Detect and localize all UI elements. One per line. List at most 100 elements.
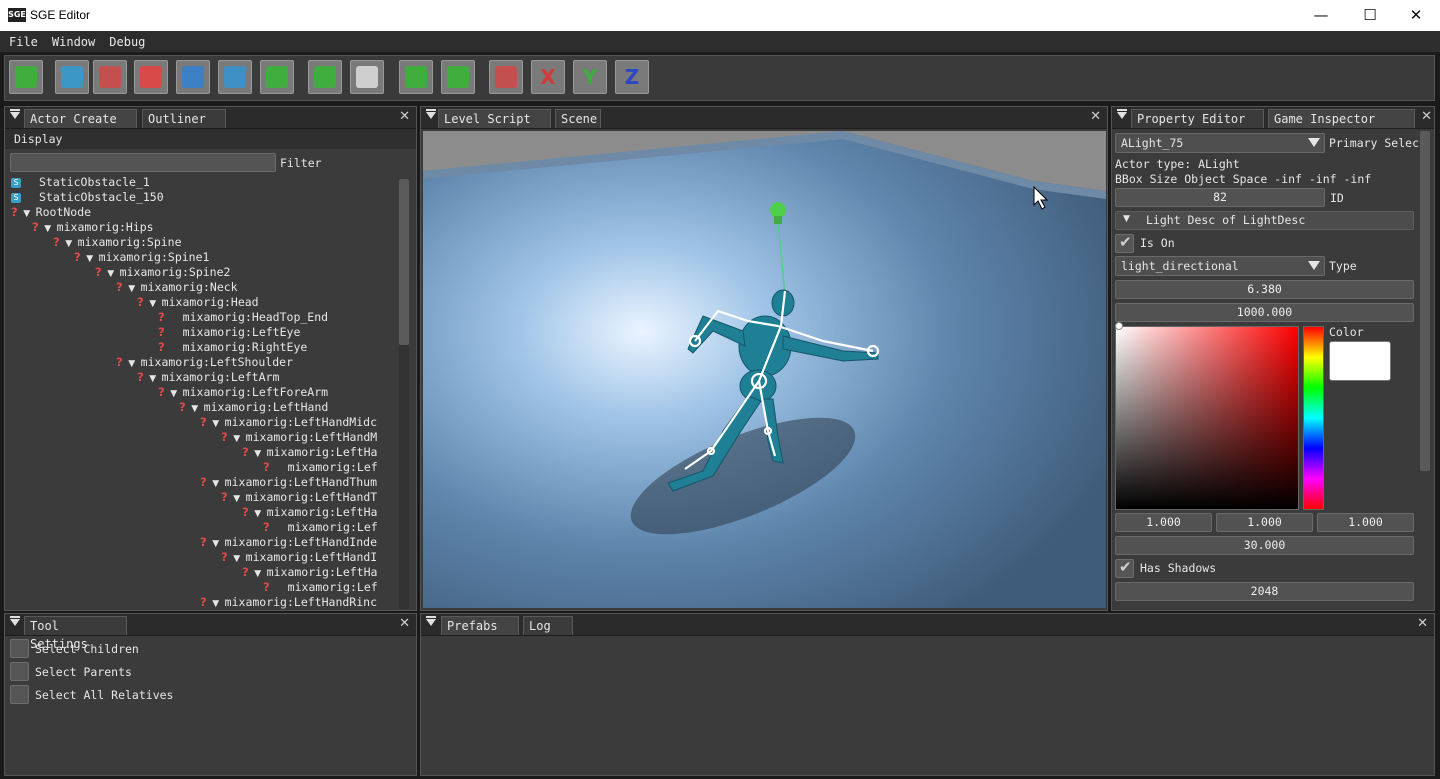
actor-select-value: ALight_75 <box>1121 136 1184 150</box>
property-scrollbar-thumb[interactable] <box>1420 131 1430 471</box>
angle-field[interactable]: 30.000 <box>1115 536 1414 555</box>
rotate-button[interactable] <box>134 60 168 94</box>
tree-node[interactable]: ? ▼ mixamorig:LeftShoulder <box>116 355 293 370</box>
camera-button[interactable] <box>489 60 523 94</box>
tree-node[interactable]: ? mixamorig:Lef <box>263 580 378 595</box>
color-picker-sv[interactable] <box>1115 326 1299 510</box>
tree-node[interactable]: ? mixamorig:HeadTop_End <box>158 310 328 325</box>
tree-node[interactable]: ? mixamorig:LeftEye <box>158 325 300 340</box>
axis-z-button[interactable]: Z <box>615 60 649 94</box>
close-panel-icon[interactable]: ✕ <box>1417 616 1428 631</box>
tab-tool-settings[interactable]: Tool Settings <box>24 616 127 651</box>
tree-node[interactable]: ? ▼ mixamorig:LeftHa <box>242 565 377 580</box>
display-menu-label[interactable]: Display <box>14 132 62 147</box>
green-cube-button[interactable] <box>441 60 475 94</box>
close-panel-icon[interactable]: ✕ <box>1421 109 1432 124</box>
panel-menu-icon[interactable] <box>10 109 20 119</box>
tree-node[interactable]: ? ▼ mixamorig:LeftHand <box>179 400 328 415</box>
triangle-button[interactable] <box>55 60 89 94</box>
color-picker-handle[interactable] <box>1115 322 1123 330</box>
panel-menu-icon[interactable] <box>10 616 20 626</box>
tree-node[interactable]: ? ▼ mixamorig:LeftForeArm <box>158 385 328 400</box>
refresh-scene-button[interactable] <box>308 60 342 94</box>
tree-node[interactable]: ? ▼ mixamorig:LeftHandThum <box>200 475 377 490</box>
menu-window[interactable]: Window <box>47 31 100 53</box>
color-g-field[interactable]: 1.000 <box>1216 513 1313 532</box>
intensity-field[interactable]: 6.380 <box>1115 280 1414 299</box>
window-button[interactable] <box>350 60 384 94</box>
menu-debug[interactable]: Debug <box>104 31 150 53</box>
minimize-button[interactable]: — <box>1298 0 1344 31</box>
color-b-field[interactable]: 1.000 <box>1317 513 1414 532</box>
tree-node[interactable]: ? ▼ mixamorig:Neck <box>116 280 238 295</box>
tab-game-inspector[interactable]: Game Inspector Wind… <box>1268 109 1415 128</box>
tree-node[interactable]: S StaticObstacle_150 <box>11 190 164 205</box>
tab-scene[interactable]: Scene <box>555 109 601 128</box>
axis-y-button[interactable]: Y <box>573 60 607 94</box>
tree-node[interactable]: ? ▼ mixamorig:Spine <box>53 235 182 250</box>
is-on-label: Is On <box>1140 236 1175 250</box>
play-button[interactable] <box>9 60 43 94</box>
tree-node[interactable]: ? ▼ mixamorig:LeftHandMidc <box>200 415 377 430</box>
tree-node[interactable]: ? ▼ mixamorig:LeftHa <box>242 505 377 520</box>
light-type-select[interactable]: light_directional <box>1115 256 1325 276</box>
add-play-button[interactable] <box>260 60 294 94</box>
tree-node-label: mixamorig:Spine2 <box>119 265 231 279</box>
panel-menu-icon[interactable] <box>426 616 436 626</box>
id-field[interactable]: 82 <box>1115 188 1325 207</box>
mountains-button[interactable] <box>176 60 210 94</box>
tree-node[interactable]: ? ▼ mixamorig:LeftHandT <box>221 490 377 505</box>
select-children-checkbox[interactable] <box>10 639 29 658</box>
viewport-render[interactable] <box>423 131 1106 608</box>
reload-button[interactable] <box>399 60 433 94</box>
menu-file[interactable]: File <box>4 31 43 53</box>
close-panel-icon[interactable]: ✕ <box>399 616 410 631</box>
tree-node[interactable]: ? ▼ mixamorig:LeftHandRinc <box>200 595 377 609</box>
actor-select[interactable]: ALight_75 <box>1115 133 1325 153</box>
tree-node[interactable]: ? ▼ mixamorig:LeftHandInde <box>200 535 377 550</box>
is-on-checkbox[interactable]: ✔ <box>1115 233 1134 253</box>
tree-node[interactable]: ? ▼ mixamorig:LeftHandI <box>221 550 377 565</box>
tree-node[interactable]: ? ▼ RootNode <box>11 205 91 220</box>
tab-actor-create[interactable]: Actor Create <box>24 109 137 128</box>
tab-outliner[interactable]: Outliner <box>142 109 226 128</box>
maximize-button[interactable]: ☐ <box>1347 0 1393 31</box>
close-panel-icon[interactable]: ✕ <box>1090 109 1101 124</box>
close-window-button[interactable]: ✕ <box>1393 0 1439 31</box>
hue-slider[interactable] <box>1303 326 1324 510</box>
has-shadows-checkbox[interactable]: ✔ <box>1115 558 1134 578</box>
tab-log[interactable]: Log <box>523 616 573 635</box>
tree-node[interactable]: ? ▼ mixamorig:Hips <box>32 220 154 235</box>
shadow-size-field[interactable]: 2048 <box>1115 582 1414 601</box>
tree-node[interactable]: ? ▼ mixamorig:Spine2 <box>95 265 230 280</box>
tab-prefabs[interactable]: Prefabs <box>441 616 519 635</box>
panel-menu-icon[interactable] <box>1117 109 1127 119</box>
tree-node[interactable]: ? mixamorig:RightEye <box>158 340 307 355</box>
expand-arrow-icon[interactable]: ▼ <box>207 597 225 609</box>
axis-x-button[interactable]: X <box>531 60 565 94</box>
tree-node[interactable]: ? ▼ mixamorig:LeftHandM <box>221 430 377 445</box>
select-all-relatives-checkbox[interactable] <box>10 685 29 704</box>
tree-node[interactable]: ? mixamorig:Lef <box>263 520 378 535</box>
tab-property-editor[interactable]: Property Editor <box>1131 109 1264 128</box>
filter-input[interactable] <box>10 153 276 172</box>
outliner-scrollbar-thumb[interactable] <box>399 179 409 345</box>
outliner-scrollbar-track[interactable] <box>399 179 409 609</box>
tree-node[interactable]: ? ▼ mixamorig:Head <box>137 295 259 310</box>
range-field[interactable]: 1000.000 <box>1115 303 1414 322</box>
tree-node[interactable]: ? ▼ mixamorig:Spine1 <box>74 250 209 265</box>
color-swatch[interactable] <box>1329 341 1391 381</box>
panel-menu-icon[interactable] <box>426 109 436 119</box>
tab-level-script[interactable]: Level Script <box>438 109 551 128</box>
select-parents-checkbox[interactable] <box>10 662 29 681</box>
scene-viewport[interactable] <box>423 131 1106 608</box>
close-panel-icon[interactable]: ✕ <box>399 109 410 124</box>
tree-node[interactable]: S StaticObstacle_1 <box>11 175 150 190</box>
color-r-field[interactable]: 1.000 <box>1115 513 1212 532</box>
tree-node[interactable]: ? ▼ mixamorig:LeftHa <box>242 445 377 460</box>
frame-button[interactable] <box>218 60 252 94</box>
light-desc-header[interactable]: ▼ Light Desc of LightDesc <box>1115 211 1414 230</box>
terrain-button[interactable] <box>93 60 127 94</box>
tree-node[interactable]: ? ▼ mixamorig:LeftArm <box>137 370 279 385</box>
tree-node[interactable]: ? mixamorig:Lef <box>263 460 378 475</box>
